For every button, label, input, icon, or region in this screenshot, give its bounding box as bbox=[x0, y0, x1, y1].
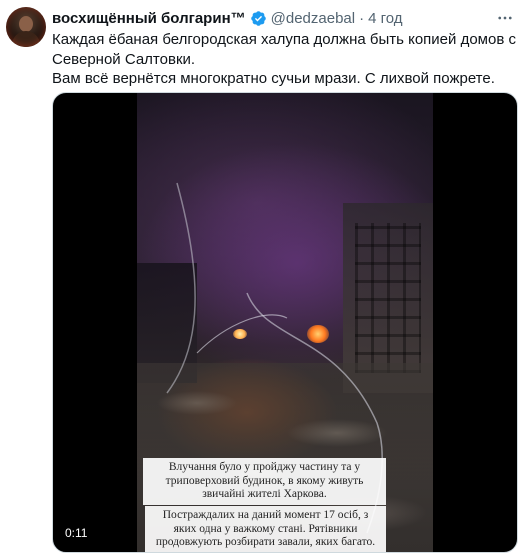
video-timer: 0:11 bbox=[65, 526, 88, 540]
video-player[interactable]: Влучання було у пройджу частину та у три… bbox=[52, 92, 518, 553]
tweet-text-line: Вам всё вернётся многократно сучьи мрази… bbox=[52, 70, 495, 87]
timestamp[interactable]: 4 год bbox=[368, 10, 402, 27]
more-horizontal-icon[interactable] bbox=[496, 9, 514, 27]
video-caption-1: Влучання було у пройджу частину та у три… bbox=[143, 458, 386, 505]
user-handle[interactable]: @dedzaebal bbox=[271, 10, 355, 27]
avatar[interactable] bbox=[6, 7, 46, 47]
separator-dot: · bbox=[359, 9, 365, 27]
tweet-text-line: Каждая ёбаная белгородская халупа должна… bbox=[52, 31, 516, 68]
tweet-header: восхищённый болгарин™ @dedzaebal · 4 год bbox=[52, 8, 403, 28]
video-caption-2: Постраждалих на даний момент 17 осіб, з … bbox=[145, 506, 386, 552]
verified-badge-icon bbox=[250, 10, 267, 27]
display-name[interactable]: восхищённый болгарин™ bbox=[52, 10, 246, 27]
avatar-glow bbox=[6, 7, 46, 47]
tweet-text: Каждая ёбаная белгородская халупа должна… bbox=[52, 30, 518, 89]
